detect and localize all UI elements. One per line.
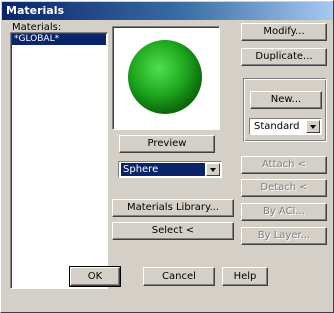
green-sphere-preview (128, 40, 202, 114)
duplicate-button[interactable]: Duplicate... (241, 48, 327, 66)
by-aci-button[interactable]: By ACI... (241, 203, 327, 221)
material-type-select[interactable]: Standard (249, 118, 322, 135)
select-button[interactable]: Select < (112, 222, 234, 240)
attach-button[interactable]: Attach < (241, 156, 327, 174)
dropdown-arrow-icon[interactable] (206, 163, 220, 176)
preview-shape-select[interactable]: Sphere (118, 161, 222, 178)
materials-list[interactable]: *GLOBAL* (10, 32, 108, 289)
cancel-button[interactable]: Cancel (143, 267, 215, 286)
preview-pane (112, 26, 220, 130)
ok-button[interactable]: OK (69, 266, 121, 287)
new-button[interactable]: New... (250, 91, 322, 109)
materials-dialog: Materials Materials: *GLOBAL* Preview Sp… (0, 0, 334, 313)
help-button[interactable]: Help (222, 267, 268, 286)
detach-button[interactable]: Detach < (241, 179, 327, 197)
list-item[interactable]: *GLOBAL* (12, 34, 106, 45)
window-title: Materials (6, 4, 65, 17)
selected-value: Standard (254, 121, 300, 132)
by-layer-button[interactable]: By Layer... (241, 227, 327, 245)
preview-button[interactable]: Preview (119, 135, 215, 153)
materials-library-button[interactable]: Materials Library... (112, 199, 234, 217)
selected-value: Sphere (121, 163, 205, 176)
dropdown-arrow-icon[interactable] (306, 120, 320, 133)
modify-button[interactable]: Modify... (241, 23, 327, 41)
title-bar: Materials (2, 2, 333, 20)
